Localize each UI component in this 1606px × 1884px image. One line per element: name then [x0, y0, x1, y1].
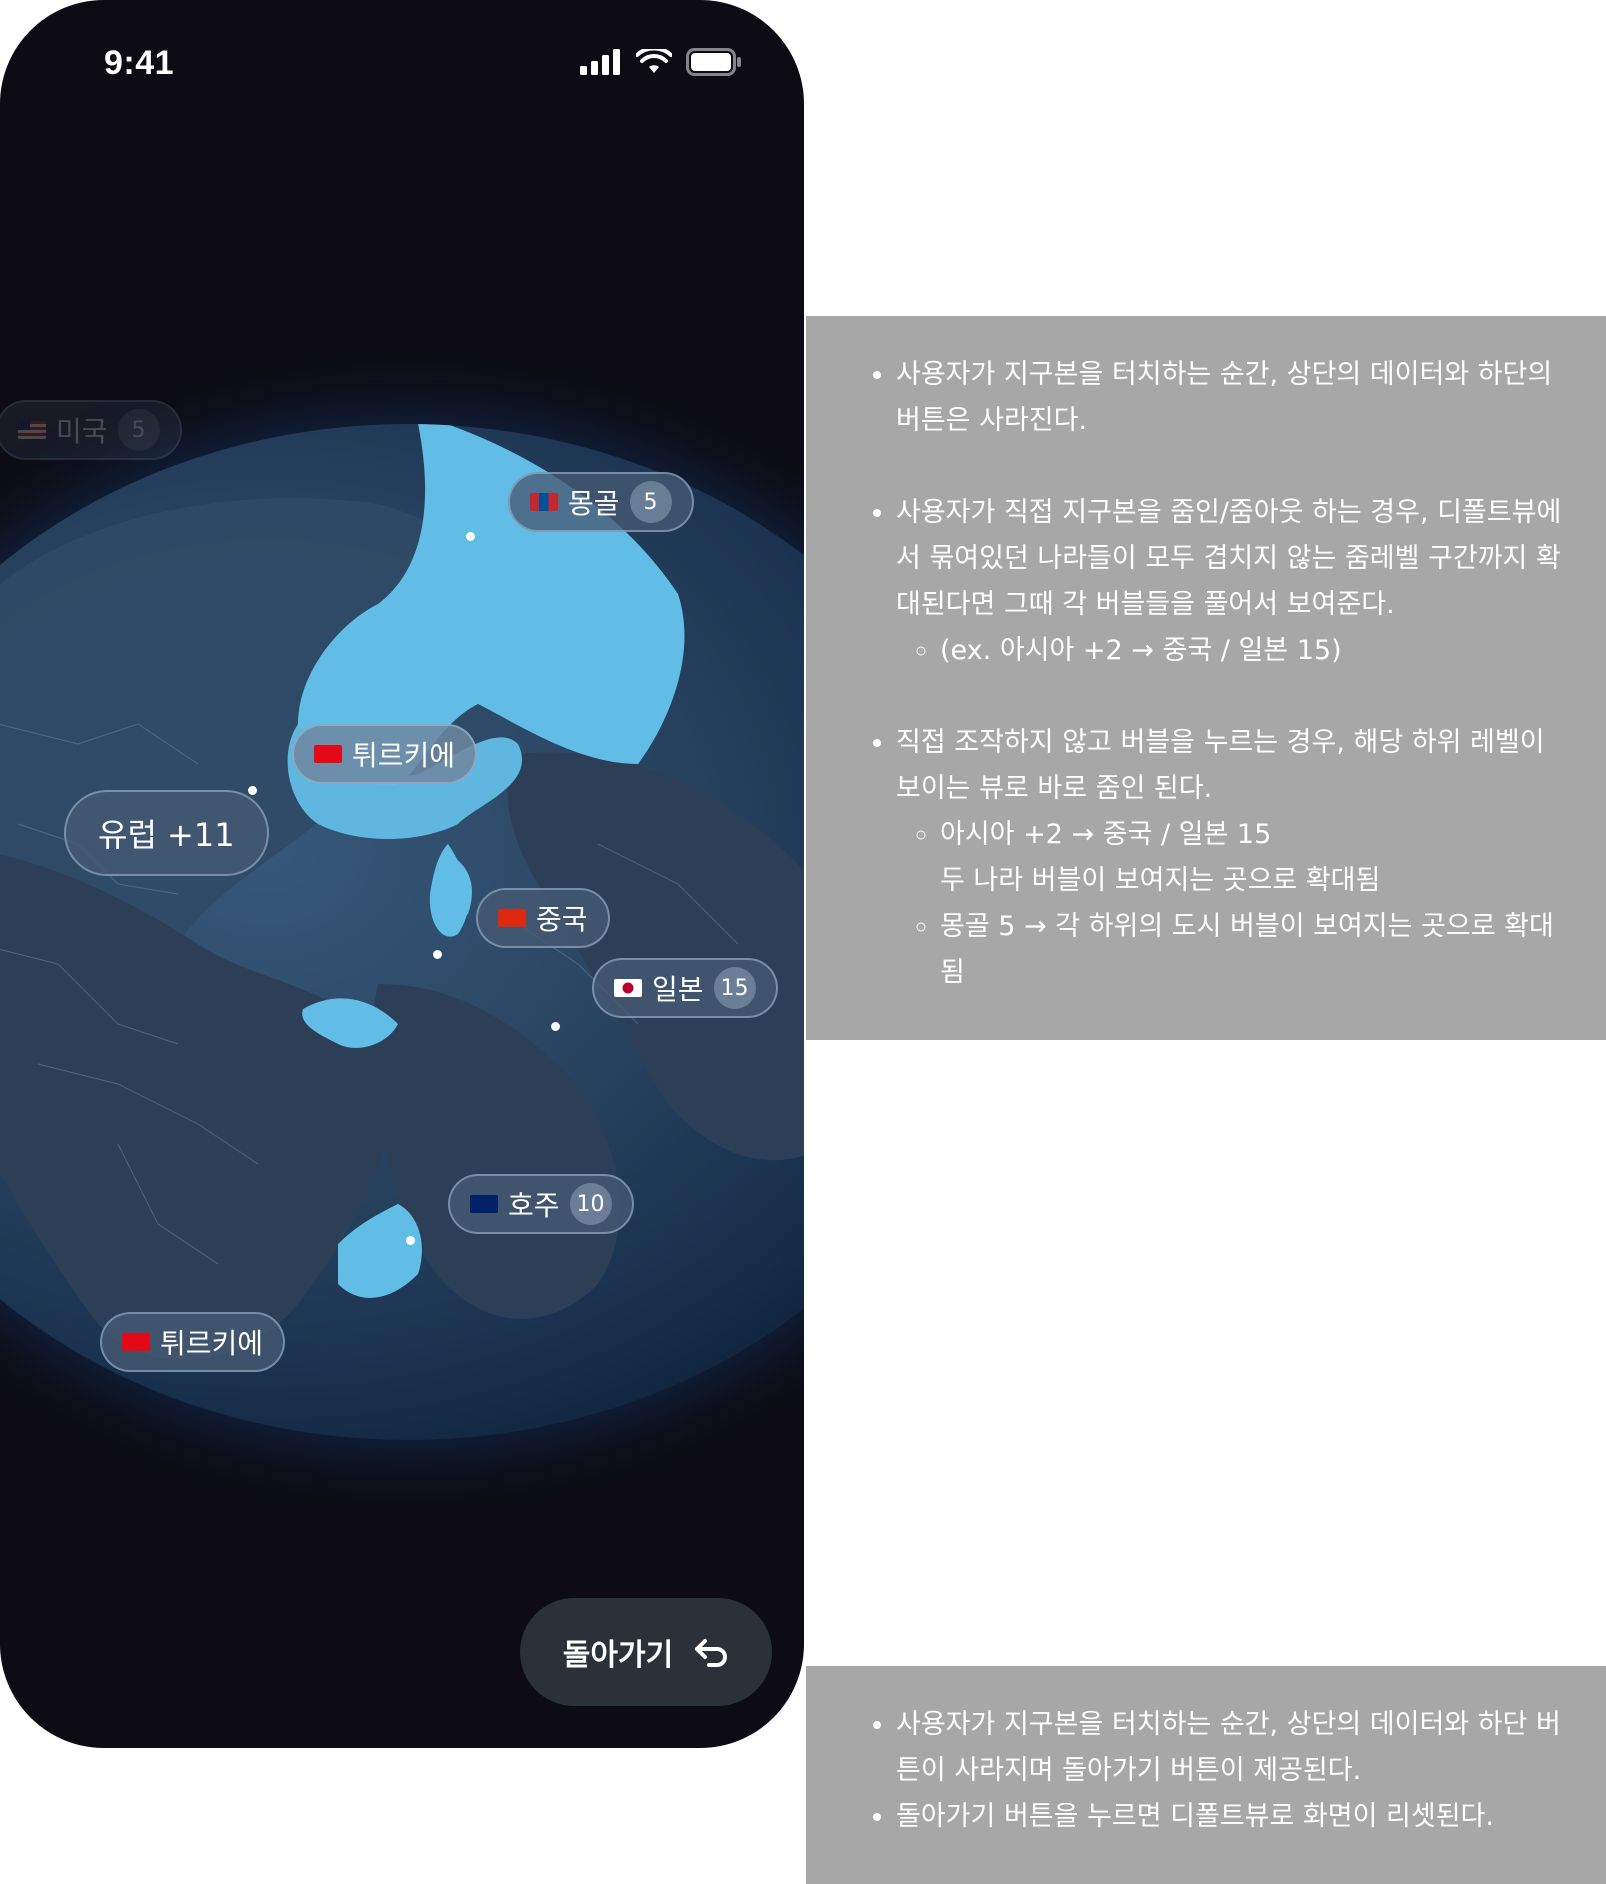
note-subtext: 아시아 +2 → 중국 / 일본 15 [940, 819, 1272, 850]
battery-icon [686, 48, 741, 76]
note-item: 사용자가 지구본을 터치하는 순간, 상단의 데이터와 하단 버튼이 사라지며 … [896, 1702, 1566, 1794]
map-pin [551, 1022, 560, 1031]
back-button-label: 돌아가기 [562, 1638, 674, 1673]
bubble-mongolia[interactable]: 몽골 5 [508, 472, 694, 532]
globe[interactable] [0, 424, 804, 1440]
bubble-turkey-top[interactable]: 튀르키에 [292, 724, 478, 784]
map-pin [466, 532, 475, 541]
note-item: 사용자가 지구본을 터치하는 순간, 상단의 데이터와 하단의 버튼은 사라진다… [896, 352, 1566, 444]
map-pin [406, 1236, 415, 1245]
bubble-count: 5 [117, 409, 160, 451]
bubble-label: 미국 [56, 415, 108, 448]
back-button[interactable]: 돌아가기 [520, 1598, 772, 1706]
note-subitem: 몽골 5 → 각 하위의 도시 버블이 보여지는 곳으로 확대됨 [940, 904, 1566, 996]
note-subitem: 아시아 +2 → 중국 / 일본 15 두 나라 버블이 보여지는 곳으로 확대… [940, 812, 1566, 904]
bubble-count: 10 [569, 1183, 612, 1225]
turkey-flag-icon [314, 745, 342, 763]
bubble-label: 일본 [652, 973, 704, 1006]
bubble-label: 유럽 +11 [98, 816, 235, 854]
note-subitem: (ex. 아시아 +2 → 중국 / 일본 15) [940, 628, 1566, 674]
bubble-label: 튀르키에 [352, 739, 456, 772]
note-text: 직접 조작하지 않고 버블을 누르는 경우, 해당 하위 레벨이 보이는 뷰로 … [896, 727, 1545, 804]
annotation-note-top: 사용자가 지구본을 터치하는 순간, 상단의 데이터와 하단의 버튼은 사라진다… [806, 316, 1606, 1040]
mongolia-flag-icon [530, 493, 558, 511]
bubble-australia[interactable]: 호주 10 [448, 1174, 634, 1234]
note-item: 사용자가 직접 지구본을 줌인/줌아웃 하는 경우, 디폴트뷰에서 묶여있던 나… [896, 490, 1566, 674]
china-flag-icon [498, 909, 526, 927]
note-item: 직접 조작하지 않고 버블을 누르는 경우, 해당 하위 레벨이 보이는 뷰로 … [896, 720, 1566, 996]
phone-screen: 9:41 미국 5 몽골 5 튀르키에 유럽 +11 중국 일본 15 호주 1… [0, 0, 804, 1748]
bubble-europe-cluster[interactable]: 유럽 +11 [64, 790, 269, 876]
bubble-label: 호주 [508, 1189, 560, 1222]
bubble-japan[interactable]: 일본 15 [592, 958, 778, 1018]
wifi-icon [636, 49, 672, 73]
bubble-label: 튀르키에 [160, 1327, 264, 1360]
japan-flag-icon [614, 979, 642, 997]
map-pin [248, 786, 257, 795]
note-text: 사용자가 직접 지구본을 줌인/줌아웃 하는 경우, 디폴트뷰에서 묶여있던 나… [896, 497, 1562, 620]
bubble-label: 몽골 [568, 487, 620, 520]
australia-flag-icon [470, 1195, 498, 1213]
bubble-count: 5 [629, 481, 672, 523]
bubble-count: 15 [713, 967, 756, 1009]
status-icons [580, 48, 742, 76]
turkey-flag-icon [122, 1333, 150, 1351]
note-subtext: 두 나라 버블이 보여지는 곳으로 확대됨 [940, 865, 1381, 896]
bubble-china[interactable]: 중국 [476, 888, 610, 948]
cellular-signal-icon [580, 49, 620, 75]
globe-map [0, 424, 804, 1361]
annotation-note-bottom: 사용자가 지구본을 터치하는 순간, 상단의 데이터와 하단 버튼이 사라지며 … [806, 1666, 1606, 1884]
bubble-usa[interactable]: 미국 5 [0, 400, 182, 460]
us-flag-icon [18, 421, 46, 439]
status-time: 9:41 [104, 44, 175, 82]
map-pin [433, 950, 442, 959]
bubble-turkey-bottom[interactable]: 튀르키에 [100, 1312, 286, 1372]
note-item: 돌아가기 버튼을 누르면 디폴트뷰로 화면이 리셋된다. [896, 1794, 1566, 1840]
bubble-label: 중국 [536, 903, 588, 936]
return-arrow-icon [695, 1639, 728, 1667]
